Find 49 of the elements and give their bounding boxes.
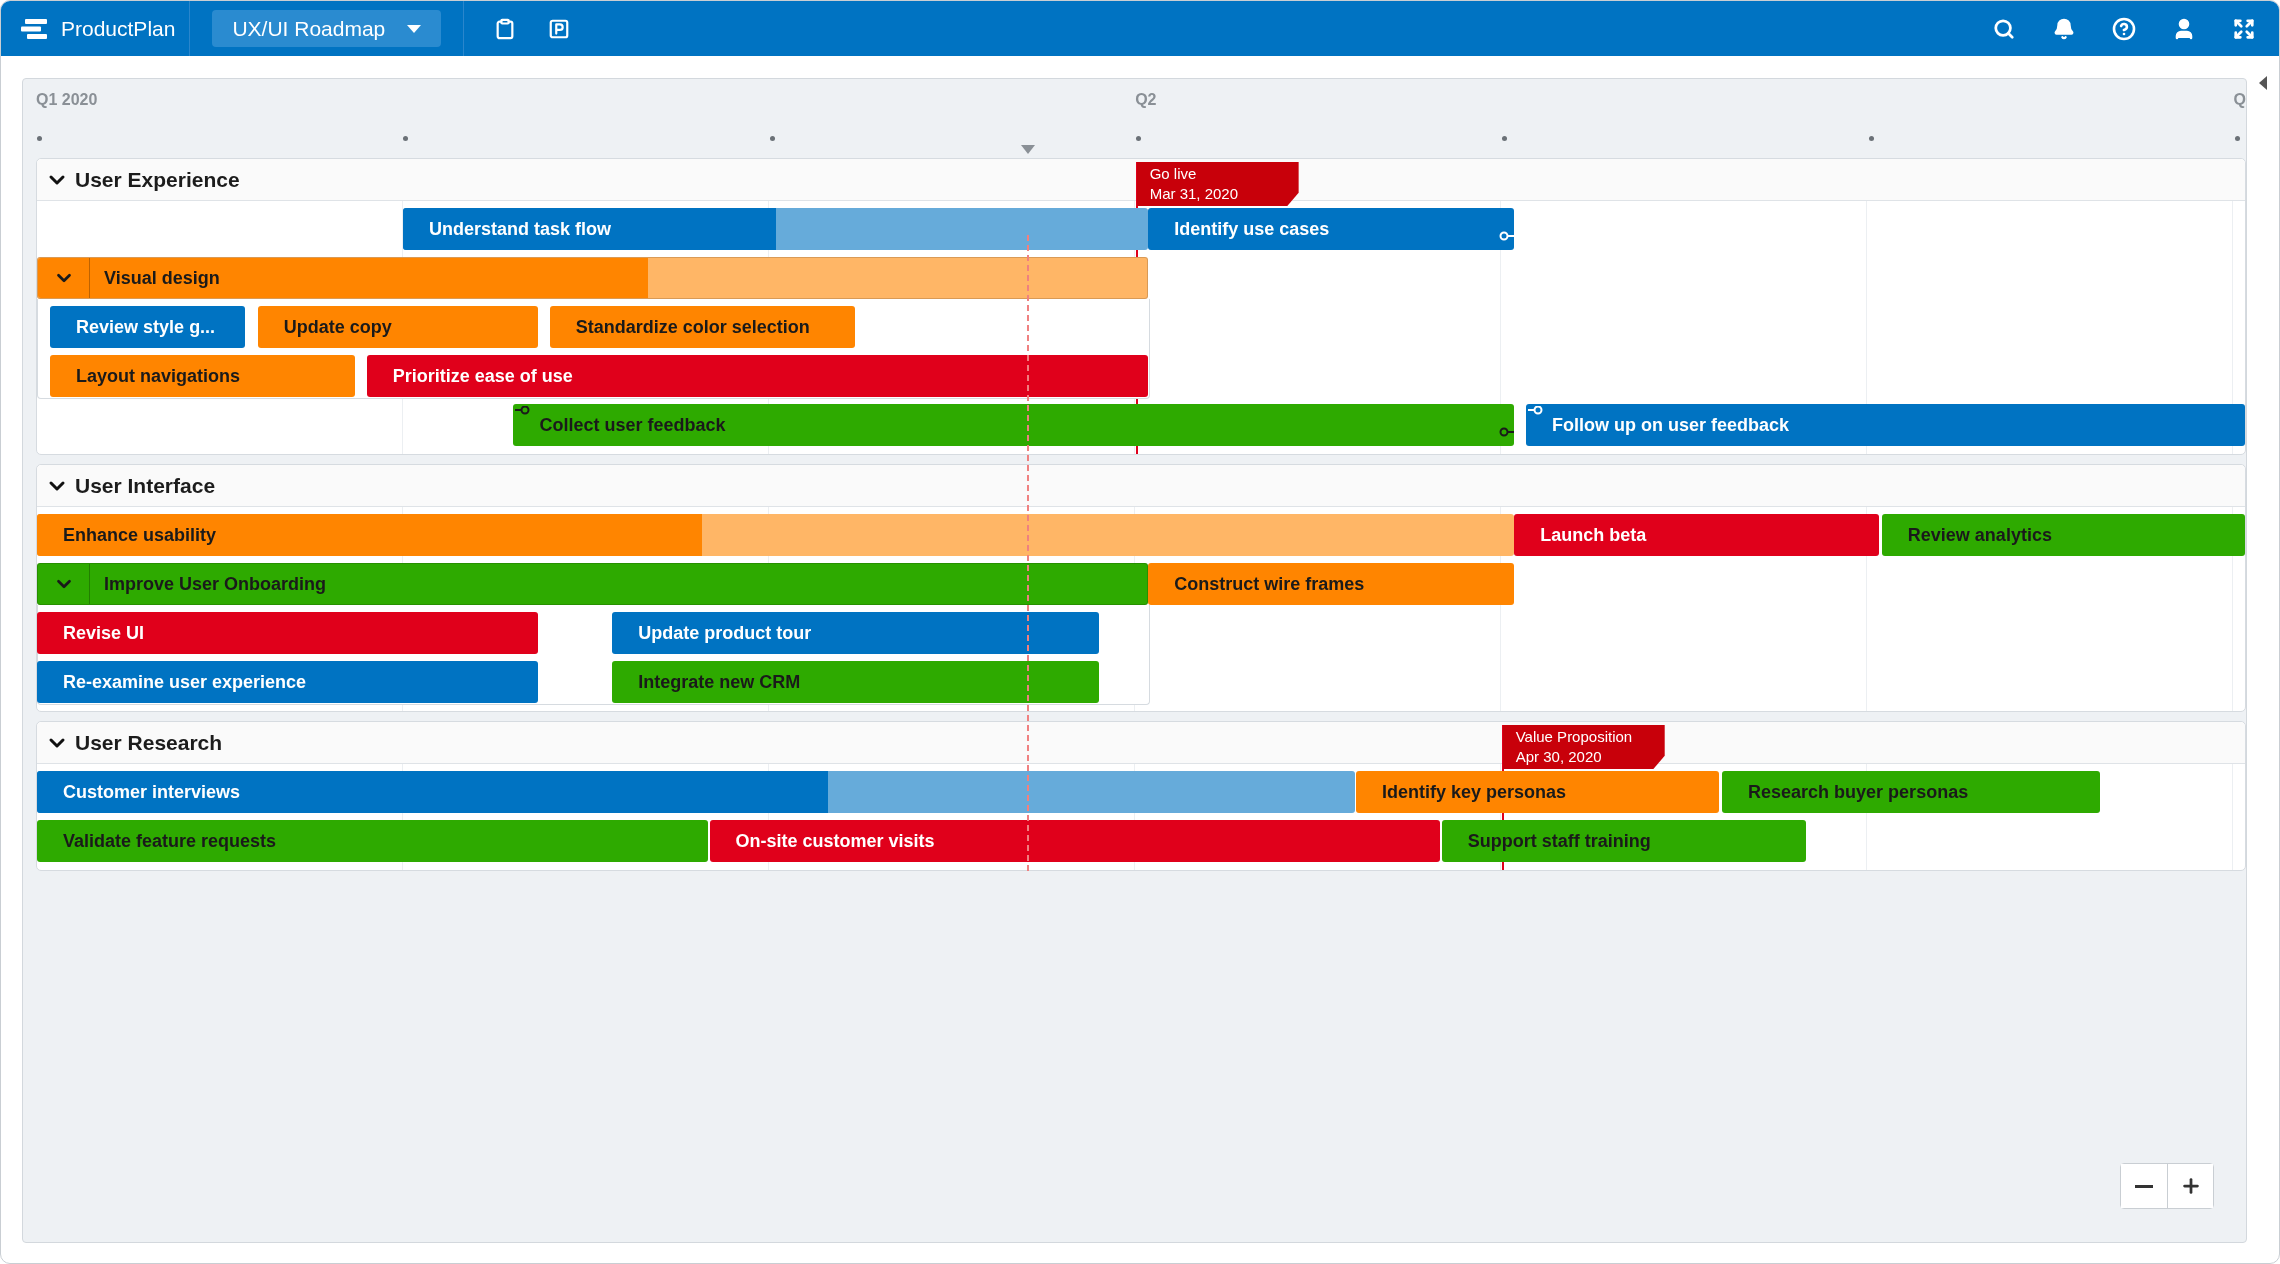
bar-label: Launch beta: [1539, 524, 1647, 546]
bar-label: Update product tour: [637, 622, 812, 644]
logo-icon: [21, 18, 49, 39]
milestone-title: Go live: [1149, 164, 1198, 184]
bar-label: Re-examine user experience: [62, 671, 307, 693]
today-marker-icon: [1020, 145, 1035, 154]
caret-icon: [407, 24, 422, 33]
quarter-label: Q1 2020: [36, 91, 98, 109]
month-tick: [769, 136, 775, 141]
bar-label: Collect user feedback: [538, 414, 726, 436]
milestone-date: Apr 30, 2020: [1515, 747, 1603, 767]
bar-label: On-site customer visits: [734, 830, 935, 852]
bar-label: Identify use cases: [1173, 218, 1330, 240]
zoom-in-button[interactable]: [2167, 1164, 2213, 1208]
month-tick: [1868, 136, 1874, 141]
month-tick: [2235, 136, 2241, 141]
bar-label: Visual design: [103, 267, 220, 289]
lane-title[interactable]: User Experience: [37, 167, 244, 192]
bar-label: Revise UI: [62, 622, 145, 644]
bar-label: Standardize color selection: [574, 316, 810, 338]
bar-label: Improve User Onboarding: [103, 573, 327, 595]
bar-label: Construct wire frames: [1173, 573, 1365, 595]
bar-label: Identify key personas: [1381, 781, 1567, 803]
month-tick: [1136, 136, 1142, 141]
bar-label: Review analytics: [1906, 524, 2052, 546]
bar-label: Layout navigations: [75, 365, 241, 387]
month-tick: [36, 136, 42, 141]
roadmap-dropdown[interactable]: UX/UI Roadmap: [212, 10, 442, 47]
lane-title[interactable]: User Interface: [37, 473, 220, 498]
bar-label: Research buyer personas: [1747, 781, 1969, 803]
quarter-label: Q: [2233, 91, 2246, 109]
month-tick: [1502, 136, 1508, 141]
bar-label: Validate feature requests: [62, 830, 277, 852]
bar-label: Integrate new CRM: [637, 671, 801, 693]
bar-label: Update copy: [282, 316, 392, 338]
milestone-date: Mar 31, 2020: [1149, 184, 1240, 204]
bar-label: Prioritize ease of use: [391, 365, 573, 387]
milestone-title: Value Proposition: [1515, 727, 1634, 747]
bar-label: Customer interviews: [62, 781, 241, 803]
bar-label: Follow up on user feedback: [1550, 414, 1789, 436]
bar-label: Understand task flow: [428, 218, 612, 240]
quarter-label: Q2: [1135, 91, 1157, 109]
bar-label: Enhance usability: [62, 524, 217, 546]
minus-icon: [2135, 1184, 2153, 1188]
lane-title[interactable]: User Research: [37, 730, 227, 755]
bar-label: Review style g...: [75, 316, 216, 338]
app-name: ProductPlan: [61, 16, 176, 41]
bar-label: Support staff training: [1466, 830, 1651, 852]
month-tick: [403, 136, 409, 141]
